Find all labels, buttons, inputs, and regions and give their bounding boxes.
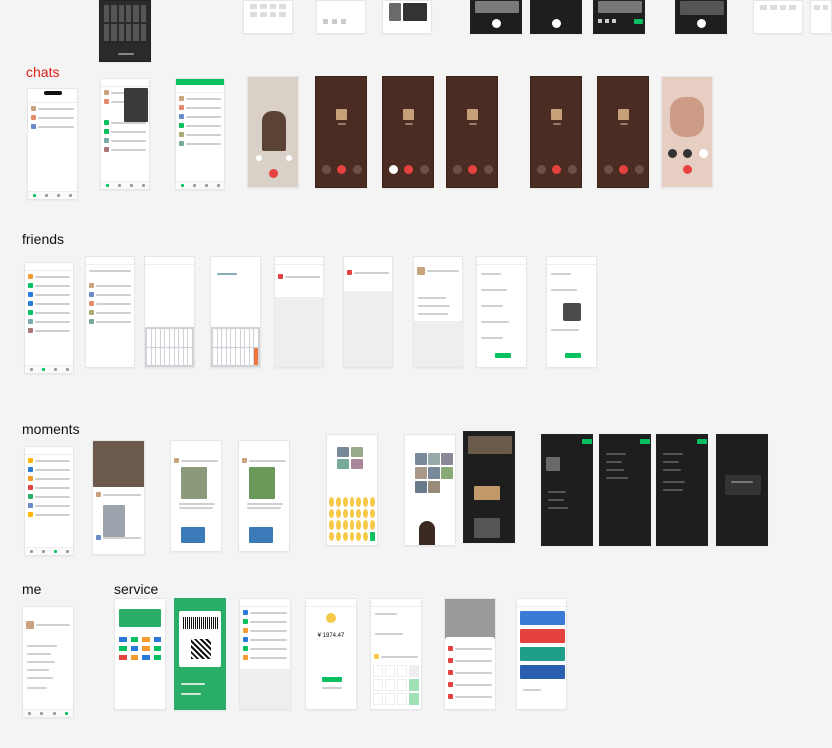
- service-transfer-keypad[interactable]: [370, 598, 422, 710]
- moments-feed-1[interactable]: [92, 440, 145, 555]
- section-label-friends[interactable]: friends: [22, 231, 64, 247]
- thumb-top-10[interactable]: [810, 0, 832, 34]
- thumb-top-8[interactable]: [675, 0, 727, 34]
- moments-settings-dark-3[interactable]: [656, 434, 708, 546]
- chats-voice-call-1[interactable]: [315, 76, 367, 188]
- friends-thumb-2[interactable]: [85, 256, 135, 368]
- moments-settings-dark-2[interactable]: [599, 434, 651, 546]
- chats-voice-call-2[interactable]: [382, 76, 434, 188]
- thumb-top-6[interactable]: [530, 0, 582, 34]
- wallet-balance-value: ¥ 1974.47: [317, 633, 345, 639]
- chats-voice-call-5[interactable]: [597, 76, 649, 188]
- service-pay-qr[interactable]: [174, 598, 226, 710]
- friends-thumb-6[interactable]: [343, 256, 393, 368]
- service-grid[interactable]: [114, 598, 166, 710]
- thumb-top-9[interactable]: [753, 0, 803, 34]
- thumb-top-1[interactable]: [99, 0, 151, 62]
- moments-settings-dark-4[interactable]: [716, 434, 768, 546]
- section-label-moments[interactable]: moments: [22, 421, 80, 437]
- service-transfer-history[interactable]: [444, 598, 496, 710]
- moments-discover[interactable]: [24, 446, 74, 556]
- section-label-chats[interactable]: chats: [26, 64, 59, 80]
- moments-emoji-picker[interactable]: [326, 434, 378, 546]
- moments-feed-3[interactable]: [238, 440, 290, 552]
- friends-thumb-5[interactable]: [274, 256, 324, 368]
- friends-add-request-2[interactable]: [546, 256, 597, 368]
- chats-thumb-3[interactable]: [175, 78, 225, 190]
- service-wallet[interactable]: [239, 598, 291, 710]
- friends-profile[interactable]: [413, 256, 463, 368]
- thumb-top-3[interactable]: [316, 0, 366, 34]
- friends-search-keyboard-2[interactable]: [210, 256, 261, 368]
- friends-add-request-1[interactable]: [476, 256, 527, 368]
- moments-settings-dark-1[interactable]: [541, 434, 593, 546]
- friends-search-keyboard-1[interactable]: [144, 256, 195, 368]
- chats-voice-call-4[interactable]: [530, 76, 582, 188]
- thumb-top-4[interactable]: [382, 0, 432, 34]
- section-label-me[interactable]: me: [22, 581, 41, 597]
- moments-feed-4[interactable]: [404, 434, 456, 546]
- chats-thumb-2[interactable]: [100, 78, 150, 190]
- chats-thumb-1[interactable]: [27, 88, 78, 200]
- service-bank-cards[interactable]: [516, 598, 567, 710]
- service-balance[interactable]: ¥ 1974.47: [305, 598, 357, 710]
- me-profile[interactable]: [22, 606, 74, 718]
- chats-video-call-1[interactable]: [247, 76, 299, 188]
- thumb-top-7[interactable]: [593, 0, 645, 34]
- friends-thumb-1[interactable]: [24, 262, 74, 374]
- moments-feed-dark[interactable]: [463, 431, 515, 543]
- thumb-top-2[interactable]: [243, 0, 293, 34]
- chats-voice-call-3[interactable]: [446, 76, 498, 188]
- section-label-service[interactable]: service: [114, 581, 158, 597]
- chats-video-call-2[interactable]: [661, 76, 713, 188]
- thumb-top-5[interactable]: [470, 0, 522, 34]
- moments-feed-2[interactable]: [170, 440, 222, 552]
